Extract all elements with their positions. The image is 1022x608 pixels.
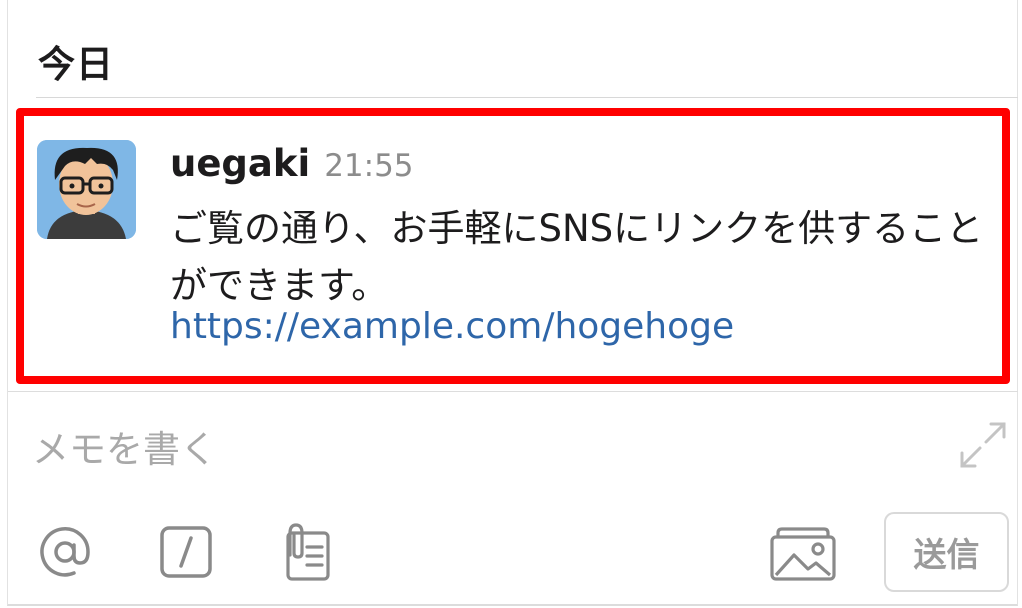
message-header: uegaki 21:55 — [170, 142, 414, 186]
file-attachment-icon — [286, 523, 330, 581]
send-button[interactable]: 送信 — [884, 512, 1009, 592]
photo-library-icon — [770, 527, 836, 581]
message-link[interactable]: https://example.com/hogehoge — [170, 306, 734, 347]
slash-command-button[interactable] — [157, 523, 215, 581]
mention-button[interactable] — [36, 523, 94, 581]
memo-input[interactable] — [32, 428, 912, 471]
expand-icon[interactable] — [958, 420, 1008, 470]
message-username[interactable]: uegaki — [170, 142, 310, 185]
slash-command-icon — [160, 526, 212, 578]
at-sign-icon — [40, 527, 90, 577]
avatar[interactable] — [37, 140, 136, 239]
message-timestamp[interactable]: 21:55 — [324, 148, 413, 184]
date-divider — [36, 97, 1018, 98]
message-text: ご覧の通り、お手軽にSNSにリンクを供することができます。 — [170, 207, 984, 307]
attachment-button[interactable] — [276, 523, 334, 581]
composer-divider — [8, 391, 1018, 392]
photo-button[interactable] — [770, 523, 836, 581]
date-header: 今日 — [38, 43, 114, 86]
avatar-portrait-icon — [37, 140, 136, 239]
